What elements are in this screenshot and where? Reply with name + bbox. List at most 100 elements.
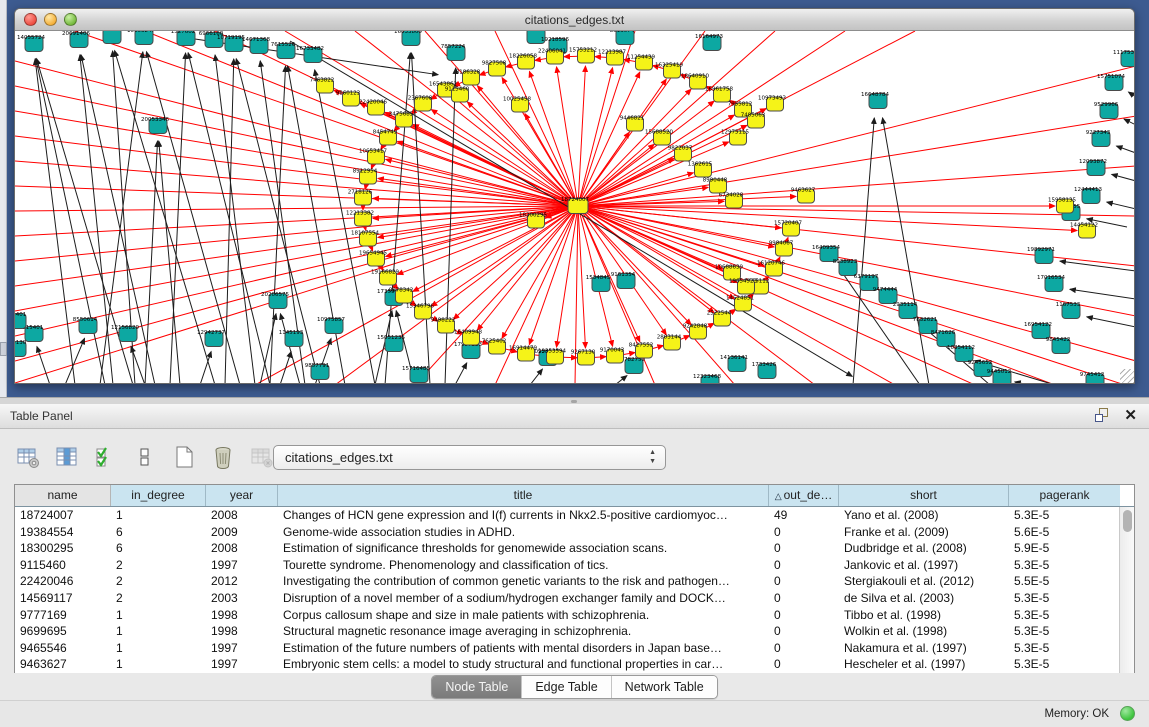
table-cell[interactable]: Hescheler et al. (1997)	[839, 656, 1009, 673]
column-header-out_de[interactable]: △out_de…	[769, 485, 839, 506]
table-cell[interactable]: 9465546	[15, 640, 111, 657]
table-cell[interactable]: 5.3E-5	[1009, 590, 1120, 607]
table-cell[interactable]: 2008	[206, 540, 278, 557]
network-canvas[interactable]: 1405572420691406191025441065324715276026…	[15, 31, 1135, 384]
table-cell[interactable]: 2009	[206, 524, 278, 541]
table-cell[interactable]: 1997	[206, 640, 278, 657]
table-cell[interactable]: 1	[111, 656, 206, 673]
table-row[interactable]: 1830029562008Estimation of significance …	[15, 540, 1134, 557]
tab-node-table[interactable]: Node Table	[432, 676, 522, 698]
table-select-dropdown[interactable]: citations_edges.txt ▲▼	[273, 445, 666, 470]
table-cell[interactable]: 1	[111, 623, 206, 640]
table-cell[interactable]: 5.3E-5	[1009, 607, 1120, 624]
table-row[interactable]: 911546021997Tourette syndrome. Phenomeno…	[15, 557, 1134, 574]
table-cell[interactable]: 1998	[206, 607, 278, 624]
new-column-icon[interactable]	[170, 443, 198, 471]
table-cell[interactable]: Embryonic stem cells: a model to study s…	[278, 656, 769, 673]
table-cell[interactable]: Tibbo et al. (1998)	[839, 607, 1009, 624]
table-cell[interactable]: 5.5E-5	[1009, 573, 1120, 590]
table-cell[interactable]: Estimation of the future numbers of pati…	[278, 640, 769, 657]
table-cell[interactable]: Genome-wide association studies in ADHD.	[278, 524, 769, 541]
delete-column-icon[interactable]	[209, 443, 237, 471]
table-cell[interactable]: Nakamura et al. (1997)	[839, 640, 1009, 657]
table-cell[interactable]: 49	[769, 507, 839, 524]
table-cell[interactable]: 14569117	[15, 590, 111, 607]
table-cell[interactable]: 22420046	[15, 573, 111, 590]
table-cell[interactable]: 5.6E-5	[1009, 524, 1120, 541]
table-cell[interactable]: 2	[111, 557, 206, 574]
network-window-titlebar[interactable]: citations_edges.txt	[15, 9, 1134, 31]
table-cell[interactable]: Tourette syndrome. Phenomenology and cla…	[278, 557, 769, 574]
table-cell[interactable]: 0	[769, 540, 839, 557]
table-cell[interactable]: 5.3E-5	[1009, 640, 1120, 657]
table-cell[interactable]: de Silva et al. (2003)	[839, 590, 1009, 607]
table-cell[interactable]: 1997	[206, 557, 278, 574]
column-header-in_degree[interactable]: in_degree	[111, 485, 206, 506]
table-cell[interactable]: 19384554	[15, 524, 111, 541]
table-cell[interactable]: 0	[769, 607, 839, 624]
table-row[interactable]: 2242004622012Investigating the contribut…	[15, 573, 1134, 590]
table-cell[interactable]: 6	[111, 524, 206, 541]
minimize-window-icon[interactable]	[44, 13, 57, 26]
table-cell[interactable]: 5.9E-5	[1009, 540, 1120, 557]
table-row[interactable]: 1456911722003Disruption of a novel membe…	[15, 590, 1134, 607]
memory-status-icon[interactable]	[1120, 706, 1135, 721]
table-cell[interactable]: 1998	[206, 623, 278, 640]
column-header-title[interactable]: title	[278, 485, 769, 506]
table-cell[interactable]: 1	[111, 607, 206, 624]
table-cell[interactable]: 0	[769, 640, 839, 657]
table-cell[interactable]: 2003	[206, 590, 278, 607]
table-cell[interactable]: 1997	[206, 656, 278, 673]
table-cell[interactable]: Dudbridge et al. (2008)	[839, 540, 1009, 557]
column-header-pagerank[interactable]: pagerank	[1009, 485, 1120, 506]
citation-graph[interactable]: 1405572420691406191025441065324715276026…	[15, 31, 1135, 384]
table-cell[interactable]: 1	[111, 640, 206, 657]
table-cell[interactable]: Disruption of a novel member of a sodium…	[278, 590, 769, 607]
close-window-icon[interactable]	[24, 13, 37, 26]
table-cell[interactable]: Jankovic et al. (1997)	[839, 557, 1009, 574]
table-cell[interactable]: 5.3E-5	[1009, 623, 1120, 640]
merge-rows-icon[interactable]	[131, 443, 159, 471]
table-cell[interactable]: 2012	[206, 573, 278, 590]
table-cell[interactable]: 0	[769, 590, 839, 607]
close-panel-icon[interactable]: ✕	[1124, 408, 1137, 423]
tab-network-table[interactable]: Network Table	[612, 676, 717, 698]
float-panel-icon[interactable]	[1095, 408, 1110, 423]
table-cell[interactable]: 9699695	[15, 623, 111, 640]
column-header-name[interactable]: name	[15, 485, 111, 506]
table-cell[interactable]: Corpus callosum shape and size in male p…	[278, 607, 769, 624]
table-row[interactable]: 946554611997Estimation of the future num…	[15, 640, 1134, 657]
table-cell[interactable]: 5.3E-5	[1009, 557, 1120, 574]
window-resize-grip[interactable]	[1120, 369, 1134, 383]
table-cell[interactable]: 2	[111, 590, 206, 607]
table-cell[interactable]: Yano et al. (2008)	[839, 507, 1009, 524]
table-cell[interactable]: 0	[769, 656, 839, 673]
zoom-window-icon[interactable]	[64, 13, 77, 26]
table-cell[interactable]: 6	[111, 540, 206, 557]
table-cell[interactable]: 5.3E-5	[1009, 656, 1120, 673]
table-cell[interactable]: Wolkin et al. (1998)	[839, 623, 1009, 640]
table-row[interactable]: 969969511998Structural magnetic resonanc…	[15, 623, 1134, 640]
delete-table-icon[interactable]	[248, 443, 276, 471]
table-cell[interactable]: 0	[769, 557, 839, 574]
network-window[interactable]: citations_edges.txt 14055724206914061910…	[14, 8, 1135, 384]
table-cell[interactable]: 9115460	[15, 557, 111, 574]
table-cell[interactable]: Changes of HCN gene expression and I(f) …	[278, 507, 769, 524]
table-cell[interactable]: 5.3E-5	[1009, 507, 1120, 524]
table-cell[interactable]: 1	[111, 507, 206, 524]
table-cell[interactable]: 2008	[206, 507, 278, 524]
edit-checks-icon[interactable]	[92, 443, 120, 471]
table-row[interactable]: 946362711997Embryonic stem cells: a mode…	[15, 656, 1134, 673]
table-cell[interactable]: 0	[769, 524, 839, 541]
table-mode-icon[interactable]	[14, 443, 42, 471]
table-cell[interactable]: 0	[769, 623, 839, 640]
column-header-year[interactable]: year	[206, 485, 278, 506]
table-cell[interactable]: 18724007	[15, 507, 111, 524]
table-cell[interactable]: 9777169	[15, 607, 111, 624]
table-cell[interactable]: 2	[111, 573, 206, 590]
table-cell[interactable]: 18300295	[15, 540, 111, 557]
column-header-short[interactable]: short	[839, 485, 1009, 506]
table-cell[interactable]: Stergiakouli et al. (2012)	[839, 573, 1009, 590]
tab-edge-table[interactable]: Edge Table	[522, 676, 611, 698]
scrollbar-thumb[interactable]	[1123, 510, 1132, 532]
